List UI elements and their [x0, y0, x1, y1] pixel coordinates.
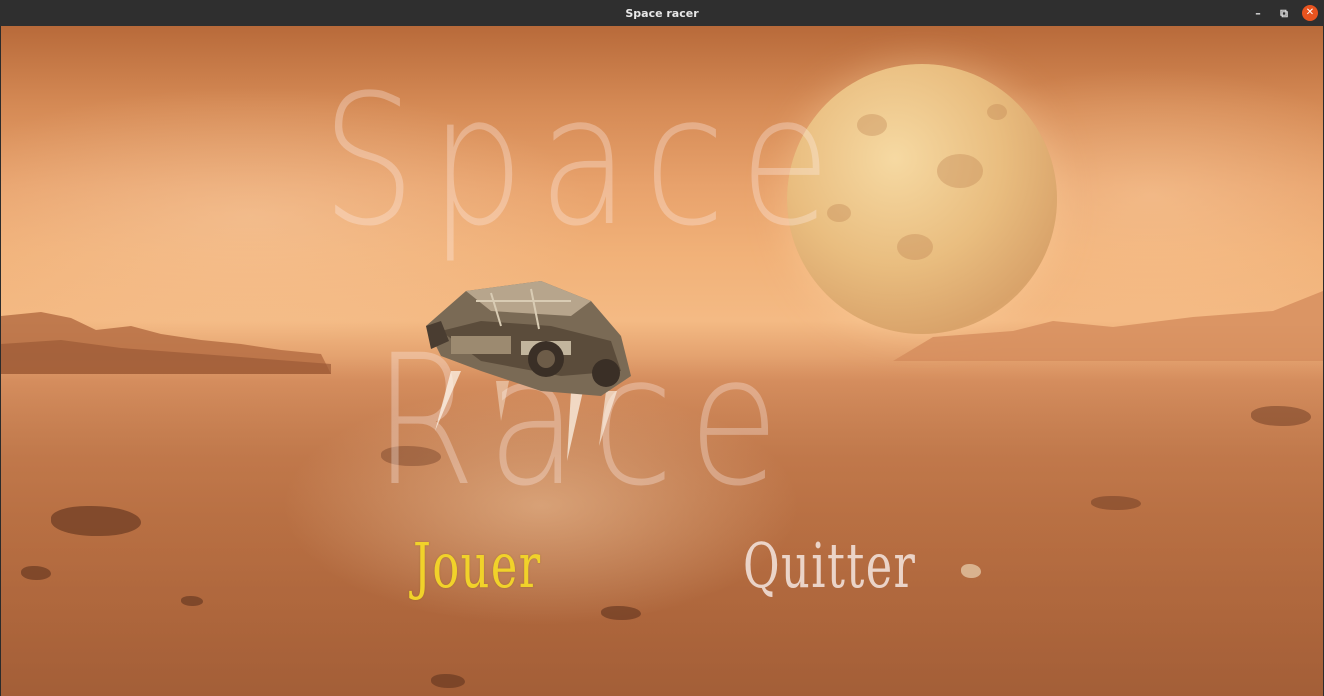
close-button[interactable]: ✕	[1302, 5, 1318, 21]
quit-button[interactable]: Quitter	[743, 530, 916, 602]
maximize-button[interactable]: ⧉	[1276, 5, 1292, 21]
minimize-button[interactable]: –	[1250, 5, 1266, 21]
mountains-right	[893, 291, 1323, 361]
rover-sprite	[426, 281, 631, 461]
play-button[interactable]: Jouer	[413, 530, 541, 602]
window-titlebar: Space racer – ⧉ ✕	[0, 0, 1324, 26]
window-controls: – ⧉ ✕	[1250, 5, 1318, 21]
game-canvas: Space Race Jouer Quitter	[1, 26, 1323, 696]
window-title: Space racer	[625, 6, 699, 20]
